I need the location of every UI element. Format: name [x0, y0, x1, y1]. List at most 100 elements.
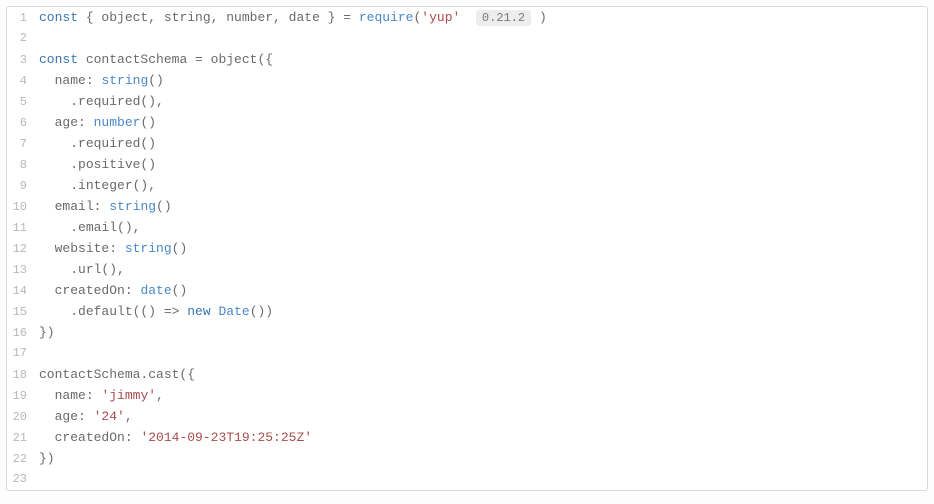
code-line: 10 email: string() [7, 196, 927, 217]
line-number: 15 [7, 302, 35, 323]
code-line: 13 .url(), [7, 259, 927, 280]
code-line: 8 .positive() [7, 154, 927, 175]
field-key: createdOn [55, 430, 125, 445]
code-line: 19 name: 'jimmy', [7, 385, 927, 406]
identifier: contactSchema [86, 52, 187, 67]
close-brace: }) [39, 325, 55, 340]
code-line: 6 age: number() [7, 112, 927, 133]
line-number: 19 [7, 386, 35, 407]
code-line: 9 .integer(), [7, 175, 927, 196]
code-content: .email(), [35, 217, 140, 238]
line-number: 23 [7, 469, 35, 490]
type-call: string [101, 73, 148, 88]
code-content: name: string() [35, 70, 164, 91]
code-content: .default(() => new Date()) [35, 301, 273, 322]
code-line: 16 }) [7, 322, 927, 343]
field-key: email [55, 199, 94, 214]
code-content: const { object, string, number, date } =… [35, 7, 547, 29]
line-number: 11 [7, 218, 35, 239]
code-content: .integer(), [35, 175, 156, 196]
method-call: .required() [70, 136, 156, 151]
line-number: 3 [7, 50, 35, 71]
type-call: number [94, 115, 141, 130]
code-content: createdOn: '2014-09-23T19:25:25Z' [35, 427, 312, 448]
code-content: const contactSchema = object({ [35, 49, 273, 70]
line-number: 12 [7, 239, 35, 260]
type-call: string [125, 241, 172, 256]
code-content: createdOn: date() [35, 280, 187, 301]
keyword-new: new [187, 304, 210, 319]
code-content: .positive() [35, 154, 156, 175]
keyword-const: const [39, 52, 78, 67]
line-number: 18 [7, 365, 35, 386]
method-call: .positive() [70, 157, 156, 172]
field-key: createdOn [55, 283, 125, 298]
line-number: 1 [7, 8, 35, 29]
code-editor: 1 const { object, string, number, date }… [6, 6, 928, 491]
line-number: 4 [7, 71, 35, 92]
code-content: }) [35, 322, 55, 343]
method-close: ()) [250, 304, 273, 319]
string-literal: '2014-09-23T19:25:25Z' [140, 430, 312, 445]
line-number: 6 [7, 113, 35, 134]
identifier: contactSchema [39, 367, 140, 382]
method-call: .email(), [70, 220, 140, 235]
line-number: 13 [7, 260, 35, 281]
require-call: require [359, 10, 414, 25]
ctor-call: Date [218, 304, 249, 319]
code-line: 17 [7, 343, 927, 364]
type-call: string [109, 199, 156, 214]
code-content: contactSchema.cast({ [35, 364, 195, 385]
object-open: object({ [211, 52, 273, 67]
code-content: email: string() [35, 196, 172, 217]
code-line: 14 createdOn: date() [7, 280, 927, 301]
code-content: }) [35, 448, 55, 469]
cast-call: .cast({ [140, 367, 195, 382]
code-content: .required(), [35, 91, 164, 112]
string-literal: '24' [94, 409, 125, 424]
code-content: website: string() [35, 238, 187, 259]
line-number: 10 [7, 197, 35, 218]
string-literal: 'yup' [421, 10, 460, 25]
code-line: 1 const { object, string, number, date }… [7, 7, 927, 28]
string-literal: 'jimmy' [101, 388, 156, 403]
code-content: .required() [35, 133, 156, 154]
code-line: 21 createdOn: '2014-09-23T19:25:25Z' [7, 427, 927, 448]
line-number: 5 [7, 92, 35, 113]
field-key: website [55, 241, 110, 256]
line-number: 21 [7, 428, 35, 449]
line-number: 22 [7, 449, 35, 470]
field-key: name [55, 388, 86, 403]
line-number: 2 [7, 28, 35, 49]
destructure: { object, string, number, date } [86, 10, 336, 25]
field-key: age [55, 115, 78, 130]
code-line: 12 website: string() [7, 238, 927, 259]
line-number: 8 [7, 155, 35, 176]
type-call: date [140, 283, 171, 298]
method-call: .integer(), [70, 178, 156, 193]
keyword-const: const [39, 10, 78, 25]
line-number: 14 [7, 281, 35, 302]
code-line: 4 name: string() [7, 70, 927, 91]
line-number: 16 [7, 323, 35, 344]
code-line: 7 .required() [7, 133, 927, 154]
version-badge[interactable]: 0.21.2 [476, 10, 531, 26]
code-content: age: number() [35, 112, 156, 133]
method-call: .url(), [70, 262, 125, 277]
line-number: 7 [7, 134, 35, 155]
close-brace: }) [39, 451, 55, 466]
code-content: name: 'jimmy', [35, 385, 164, 406]
code-content: age: '24', [35, 406, 133, 427]
line-number: 20 [7, 407, 35, 428]
method-call: .default(() => [70, 304, 187, 319]
code-line: 22 }) [7, 448, 927, 469]
code-line: 3 const contactSchema = object({ [7, 49, 927, 70]
method-call: .required(), [70, 94, 164, 109]
field-key: name [55, 73, 86, 88]
line-number: 9 [7, 176, 35, 197]
field-key: age [55, 409, 78, 424]
code-line: 5 .required(), [7, 91, 927, 112]
code-line: 18 contactSchema.cast({ [7, 364, 927, 385]
code-line: 2 [7, 28, 927, 49]
code-line: 20 age: '24', [7, 406, 927, 427]
